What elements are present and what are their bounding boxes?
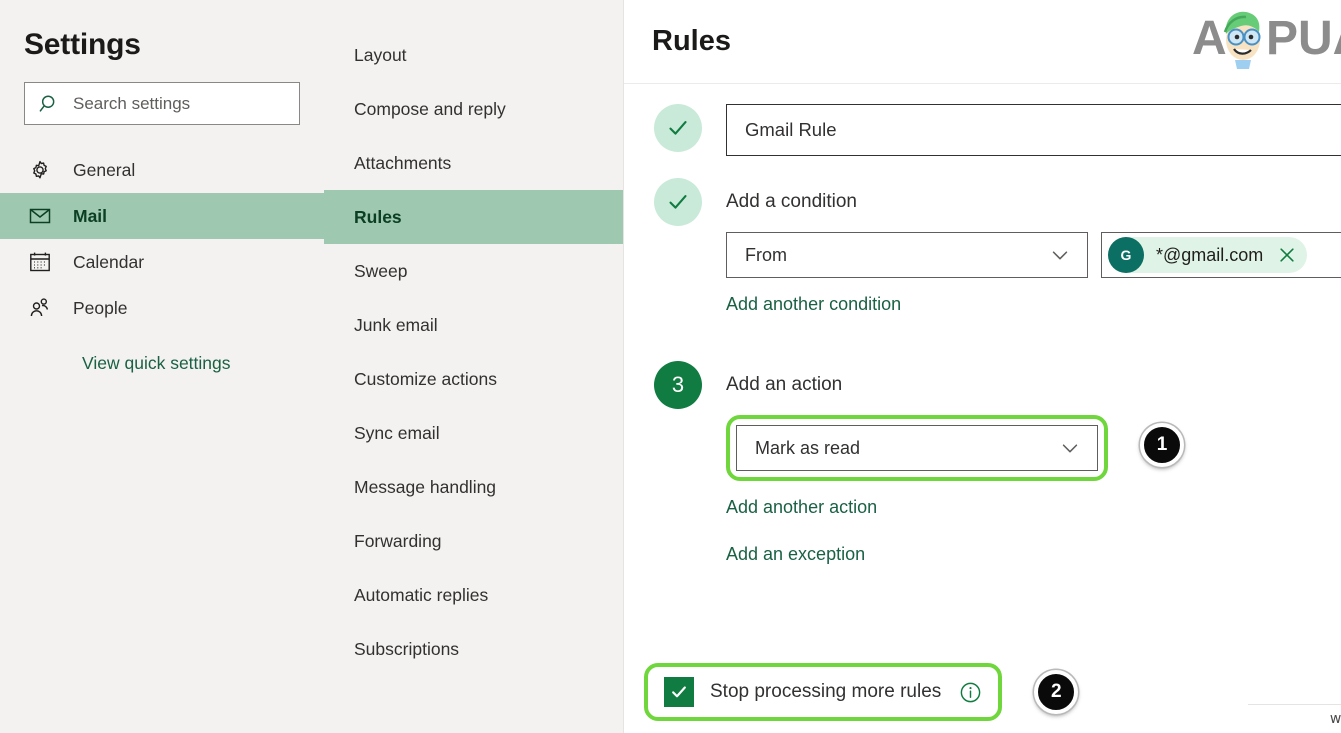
action-dropdown-annotated: Mark as read 1 bbox=[726, 409, 1184, 481]
chip-label: *@gmail.com bbox=[1156, 245, 1263, 266]
sidebar-item-label: Calendar bbox=[73, 252, 144, 273]
add-another-condition-link[interactable]: Add another condition bbox=[726, 294, 901, 315]
action-dropdown-highlight: Mark as read bbox=[726, 415, 1108, 481]
search-placeholder: Search settings bbox=[73, 94, 190, 114]
condition-row: Add a condition From G *@gmail.com bbox=[624, 178, 1341, 315]
rules-form: Gmail Rule Add a condition From bbox=[624, 84, 1341, 565]
condition-value-field[interactable]: G *@gmail.com bbox=[1101, 232, 1341, 278]
sidebar-item-label: Mail bbox=[73, 206, 107, 227]
action-heading: Add an action bbox=[726, 361, 1184, 409]
subnav-item-layout[interactable]: Layout bbox=[324, 28, 623, 82]
add-another-action-link[interactable]: Add another action bbox=[726, 497, 877, 518]
check-icon bbox=[669, 682, 689, 702]
chevron-down-icon bbox=[1059, 437, 1081, 459]
search-input[interactable]: Search settings bbox=[24, 82, 300, 125]
page-title: Settings bbox=[0, 0, 324, 62]
mail-subnav: Layout Compose and reply Attachments Rul… bbox=[324, 0, 624, 733]
condition-fields: From G *@gmail.com bbox=[726, 232, 1341, 278]
rule-name-input[interactable]: Gmail Rule bbox=[726, 104, 1341, 156]
sidebar-item-mail[interactable]: Mail bbox=[0, 193, 324, 239]
subnav-item-automatic-replies[interactable]: Automatic replies bbox=[324, 568, 623, 622]
step-number-badge: 3 bbox=[654, 361, 702, 409]
mail-subnav-list: Layout Compose and reply Attachments Rul… bbox=[324, 0, 623, 676]
rule-name-row: Gmail Rule bbox=[624, 104, 1341, 156]
sidebar-item-label: General bbox=[73, 160, 135, 181]
subnav-item-compose-and-reply[interactable]: Compose and reply bbox=[324, 82, 623, 136]
stop-processing-row: Stop processing more rules 2 bbox=[644, 663, 1078, 721]
section-divider bbox=[1248, 704, 1341, 705]
check-icon bbox=[666, 116, 690, 140]
condition-heading: Add a condition bbox=[726, 178, 1341, 226]
condition-type-value: From bbox=[745, 245, 787, 266]
stop-processing-label: Stop processing more rules bbox=[710, 681, 941, 703]
envelope-icon bbox=[28, 204, 52, 228]
condition-type-dropdown[interactable]: From bbox=[726, 232, 1088, 278]
condition-block: Add a condition From G *@gmail.com bbox=[726, 178, 1341, 315]
recipient-chip[interactable]: G *@gmail.com bbox=[1108, 237, 1307, 273]
step-number: 3 bbox=[672, 372, 684, 398]
watermark: wsxdn.com bbox=[1330, 711, 1341, 727]
sidebar-item-label: People bbox=[73, 298, 128, 319]
settings-nav: General Mail bbox=[0, 147, 324, 331]
annotation-badge-2: 2 bbox=[1034, 670, 1078, 714]
settings-page: Settings Search settings General bbox=[0, 0, 1341, 733]
action-row: 3 Add an action Mark as read bbox=[624, 361, 1341, 565]
rules-panel: Rules A PUALS bbox=[624, 0, 1341, 733]
sidebar-item-calendar[interactable]: Calendar bbox=[0, 239, 324, 285]
calendar-icon bbox=[28, 250, 52, 274]
settings-sidebar: Settings Search settings General bbox=[0, 0, 324, 733]
sidebar-item-general[interactable]: General bbox=[0, 147, 324, 193]
search-icon bbox=[39, 93, 61, 115]
subnav-item-sweep[interactable]: Sweep bbox=[324, 244, 623, 298]
rules-header: Rules A PUALS bbox=[624, 0, 1341, 84]
action-block: Add an action Mark as read 1 bbox=[726, 361, 1184, 565]
appuals-logo: A PUALS bbox=[1190, 4, 1341, 70]
subnav-item-message-handling[interactable]: Message handling bbox=[324, 460, 623, 514]
annotation-badge-1: 1 bbox=[1140, 423, 1184, 467]
mascot-icon bbox=[1225, 12, 1260, 69]
view-quick-settings-link[interactable]: View quick settings bbox=[0, 353, 324, 374]
info-icon[interactable] bbox=[959, 681, 982, 704]
action-type-dropdown[interactable]: Mark as read bbox=[736, 425, 1098, 471]
check-icon bbox=[666, 190, 690, 214]
sidebar-item-people[interactable]: People bbox=[0, 285, 324, 331]
stop-processing-highlight: Stop processing more rules bbox=[644, 663, 1002, 721]
action-type-value: Mark as read bbox=[755, 438, 860, 459]
rules-title: Rules bbox=[624, 25, 731, 58]
subnav-item-attachments[interactable]: Attachments bbox=[324, 136, 623, 190]
subnav-item-subscriptions[interactable]: Subscriptions bbox=[324, 622, 623, 676]
people-icon bbox=[28, 296, 52, 320]
subnav-item-customize-actions[interactable]: Customize actions bbox=[324, 352, 623, 406]
avatar: G bbox=[1108, 237, 1144, 273]
subnav-item-rules[interactable]: Rules bbox=[324, 190, 623, 244]
subnav-item-forwarding[interactable]: Forwarding bbox=[324, 514, 623, 568]
close-icon[interactable] bbox=[1277, 245, 1297, 265]
svg-text:A: A bbox=[1192, 12, 1227, 65]
svg-text:PUALS: PUALS bbox=[1266, 12, 1341, 65]
step-complete-icon-1 bbox=[654, 104, 702, 152]
subnav-item-junk-email[interactable]: Junk email bbox=[324, 298, 623, 352]
gear-icon bbox=[28, 158, 52, 182]
add-an-exception-link[interactable]: Add an exception bbox=[726, 544, 865, 565]
chevron-down-icon bbox=[1049, 244, 1071, 266]
step-complete-icon-2 bbox=[654, 178, 702, 226]
subnav-item-sync-email[interactable]: Sync email bbox=[324, 406, 623, 460]
stop-processing-checkbox[interactable] bbox=[664, 677, 694, 707]
